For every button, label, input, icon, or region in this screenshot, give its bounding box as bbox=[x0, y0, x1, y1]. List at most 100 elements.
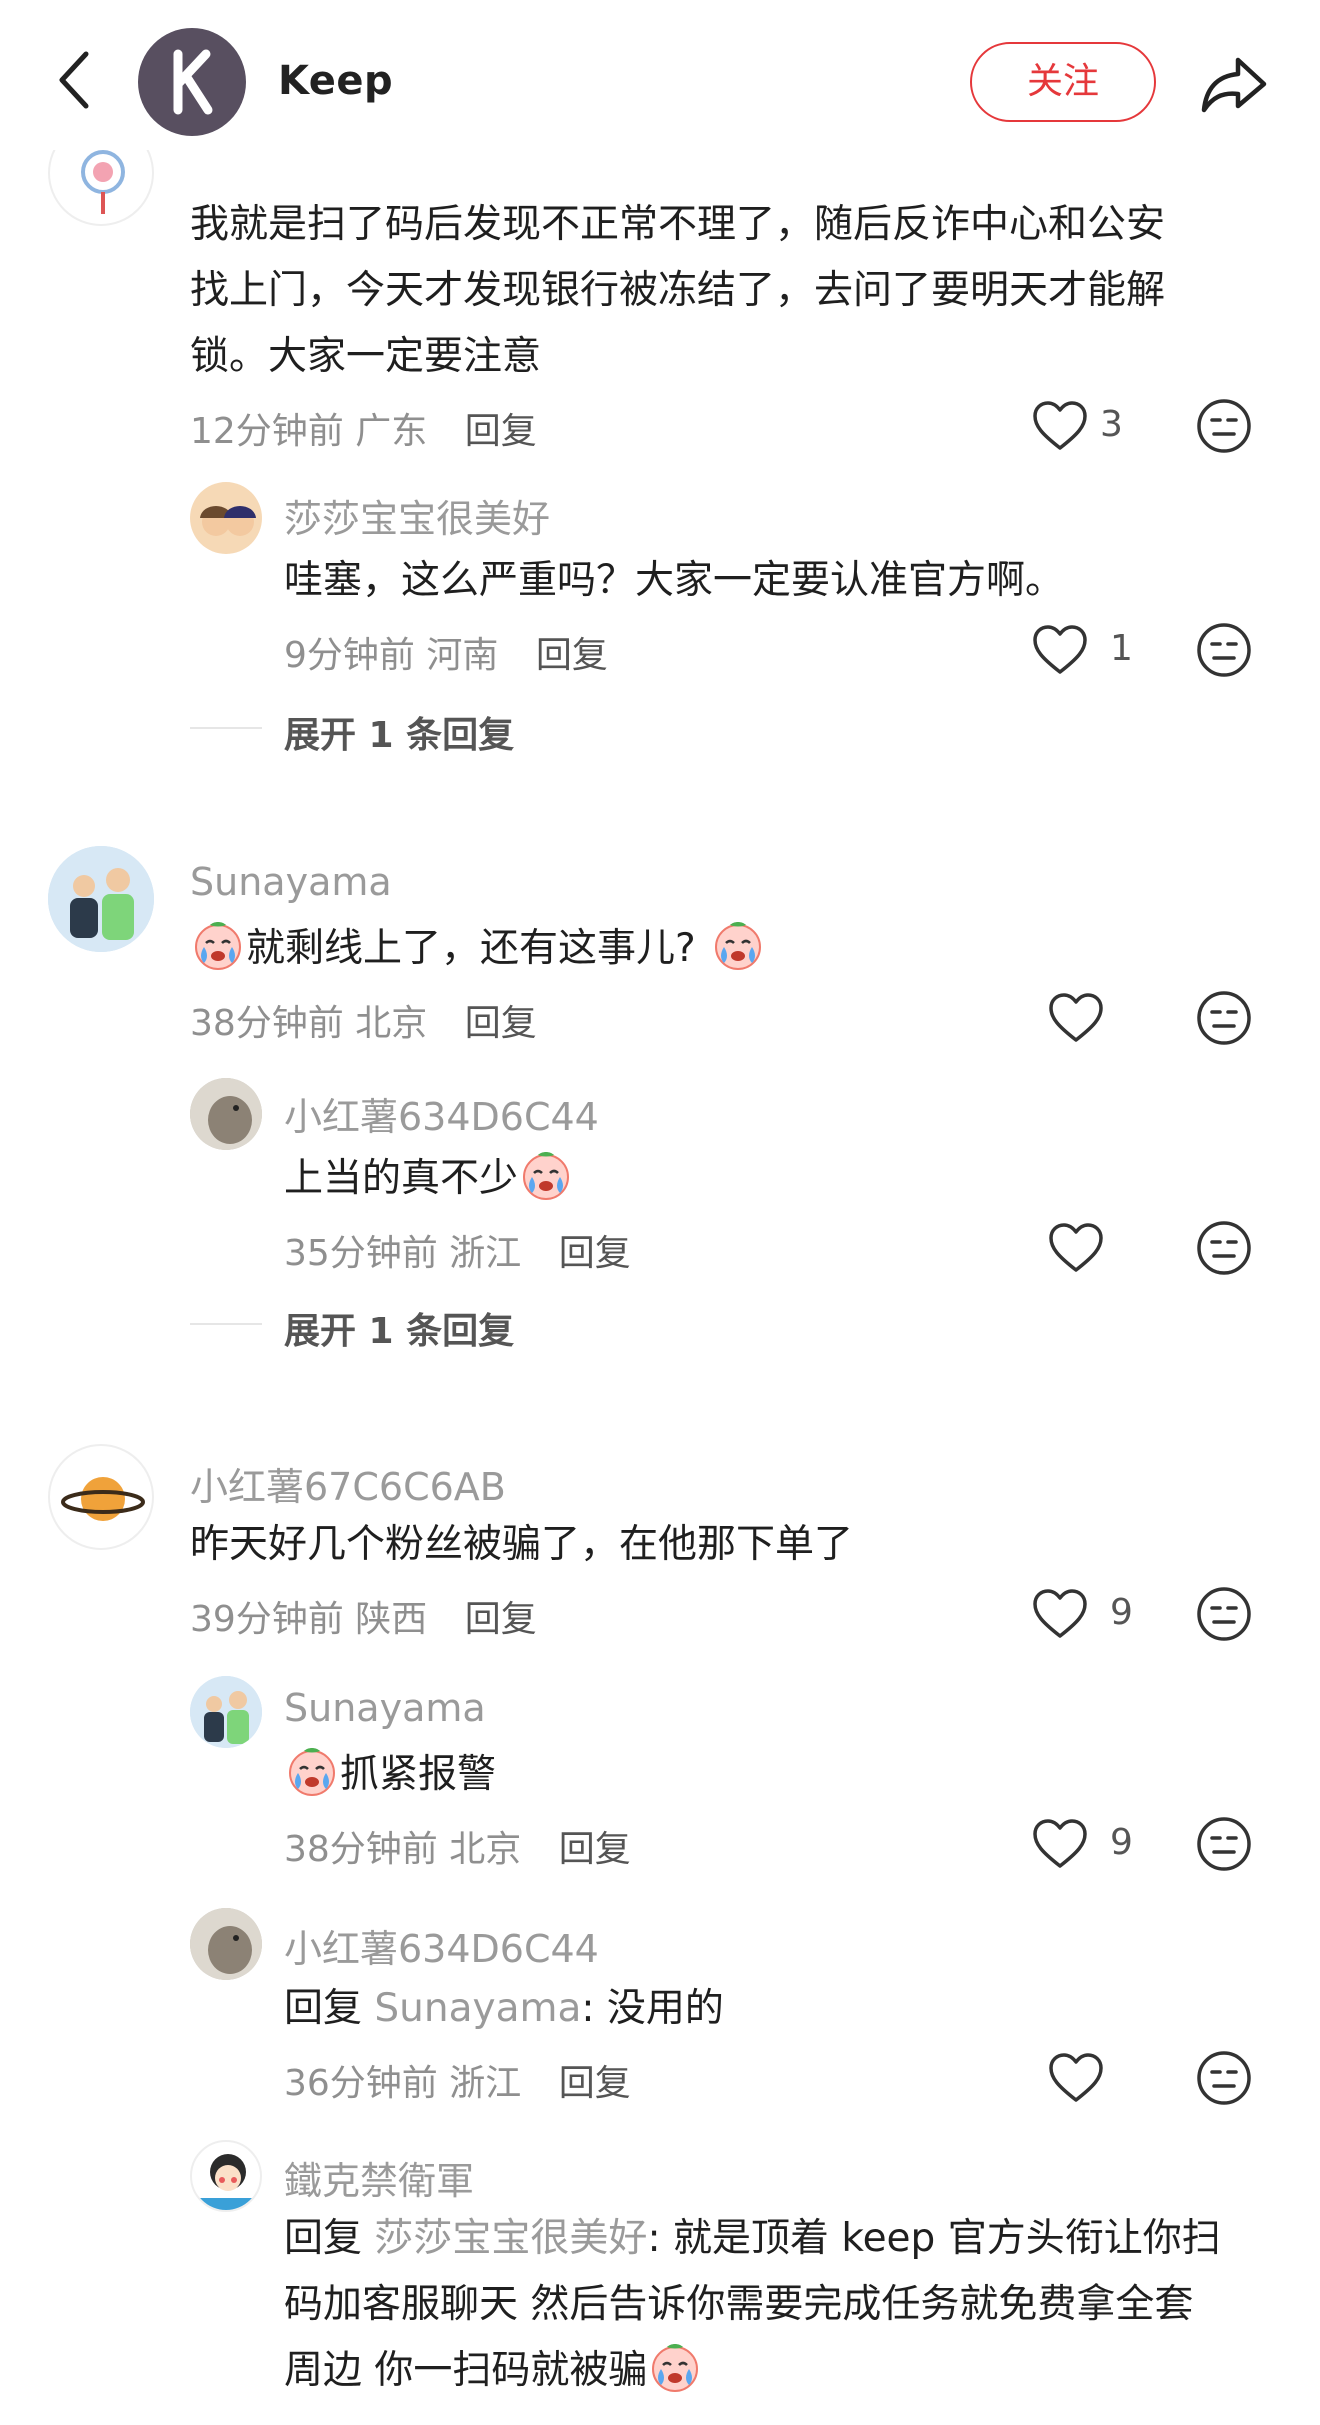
keep-logo-icon bbox=[173, 49, 213, 115]
avatar-image bbox=[190, 1078, 262, 1150]
reply-button[interactable]: 回复 bbox=[465, 1599, 537, 1640]
avatar-image bbox=[190, 1676, 262, 1748]
reply-text-content: 周边 你一扫码就被骗 bbox=[284, 2348, 648, 2393]
neutral-face-icon[interactable] bbox=[1196, 1816, 1252, 1872]
neutral-face-icon[interactable] bbox=[1196, 622, 1252, 678]
avatar[interactable] bbox=[190, 1676, 262, 1748]
reply-text: 回复 莎莎宝宝很美好: 就是顶着 keep 官方头衔让你扫 bbox=[284, 2206, 1221, 2272]
avatar[interactable] bbox=[190, 482, 262, 554]
neutral-face-icon[interactable] bbox=[1196, 1586, 1252, 1642]
heart-outline-icon[interactable] bbox=[1032, 1818, 1088, 1870]
neutral-face-icon[interactable] bbox=[1196, 1220, 1252, 1276]
crying-emoji-icon bbox=[520, 1149, 572, 1201]
comment-text: 昨天好几个粉丝被骗了，在他那下单了 bbox=[190, 1522, 854, 1567]
comment-location: 北京 bbox=[355, 1003, 428, 1044]
reply-location: 浙江 bbox=[449, 2063, 522, 2104]
comment-location: 广东 bbox=[355, 411, 428, 452]
reply-text: 回复 Sunayama: 没用的 bbox=[284, 1976, 724, 2042]
mention-link[interactable]: 莎莎宝宝很美好 bbox=[374, 2216, 647, 2261]
heart-outline-icon[interactable] bbox=[1048, 992, 1104, 1044]
mention-link[interactable]: Sunayama bbox=[374, 1986, 581, 2031]
avatar[interactable] bbox=[190, 2140, 262, 2212]
like-count: 1 bbox=[1110, 628, 1133, 669]
reply-button[interactable]: 回复 bbox=[465, 1003, 537, 1044]
reply-text-content: 上当的真不少 bbox=[284, 1156, 519, 1201]
reply-author[interactable]: 小红薯634D6C44 bbox=[284, 1918, 599, 1973]
comment-meta: 12分钟前 广东 回复 bbox=[190, 402, 537, 454]
reply-author[interactable]: 鐵克禁衛軍 bbox=[284, 2150, 474, 2205]
avatar[interactable] bbox=[48, 846, 154, 952]
heart-outline-icon[interactable] bbox=[1048, 2052, 1104, 2104]
reply-button[interactable]: 回复 bbox=[536, 635, 608, 676]
reply-button[interactable]: 回复 bbox=[559, 1233, 631, 1274]
reply-time: 38分钟前 bbox=[284, 1829, 438, 1870]
chevron-left-icon[interactable] bbox=[52, 48, 96, 112]
divider bbox=[190, 727, 262, 729]
reply-author[interactable]: Sunayama bbox=[284, 1686, 486, 1730]
reply-text-content: 抓紧报警 bbox=[340, 1752, 497, 1797]
avatar-image bbox=[198, 2154, 258, 2210]
reply-author[interactable]: 莎莎宝宝很美好 bbox=[284, 488, 550, 543]
comment-text: 锁。大家一定要注意 bbox=[190, 334, 542, 379]
crying-emoji-icon bbox=[286, 1745, 338, 1797]
neutral-face-icon[interactable] bbox=[1196, 990, 1252, 1046]
brand-avatar[interactable] bbox=[138, 28, 246, 136]
neutral-face-icon[interactable] bbox=[1196, 398, 1252, 454]
planet-avatar-image bbox=[61, 1477, 145, 1521]
crying-emoji-icon bbox=[649, 2341, 701, 2393]
comment-time: 38分钟前 bbox=[190, 1003, 344, 1044]
neutral-face-icon[interactable] bbox=[1196, 2050, 1252, 2106]
comment-text: 我就是扫了码后发现不正常不理了，随后反诈中心和公安 bbox=[190, 202, 1166, 247]
reply-location: 浙江 bbox=[449, 1233, 522, 1274]
heart-outline-icon[interactable] bbox=[1032, 1588, 1088, 1640]
avatar-image bbox=[190, 1908, 262, 1980]
reply-text: 抓紧报警 bbox=[284, 1742, 496, 1808]
comment-location: 陕西 bbox=[355, 1599, 428, 1640]
reply-prefix: 回复 bbox=[284, 1986, 363, 2031]
brand-name: Keep bbox=[278, 58, 394, 104]
reply-text: 上当的真不少 bbox=[284, 1146, 574, 1212]
expand-replies-button[interactable]: 展开 1 条回复 bbox=[284, 706, 514, 758]
crying-emoji-icon bbox=[712, 919, 764, 971]
reply-location: 北京 bbox=[449, 1829, 522, 1870]
reply-location: 河南 bbox=[426, 635, 499, 676]
reply-button[interactable]: 回复 bbox=[559, 2063, 631, 2104]
comment-meta: 39分钟前 陕西 回复 bbox=[190, 1590, 537, 1642]
heart-outline-icon[interactable] bbox=[1032, 624, 1088, 676]
reply-meta: 36分钟前 浙江 回复 bbox=[284, 2054, 631, 2106]
reply-prefix: 回复 bbox=[284, 2216, 363, 2261]
crying-emoji-icon bbox=[192, 919, 244, 971]
reply-text: 码加客服聊天 然后告诉你需要完成任务就免费拿全套 bbox=[284, 2282, 1194, 2327]
comment-text-content: 就剩线上了，还有这事儿? bbox=[246, 926, 696, 971]
reply-text: 哇塞，这么严重吗？大家一定要认准官方啊。 bbox=[284, 558, 1065, 603]
reply-author[interactable]: 小红薯634D6C44 bbox=[284, 1086, 599, 1141]
like-count: 3 bbox=[1100, 404, 1123, 445]
avatar[interactable] bbox=[48, 1444, 154, 1550]
avatar[interactable] bbox=[190, 1908, 262, 1980]
like-count: 9 bbox=[1110, 1822, 1133, 1863]
reply-text: 周边 你一扫码就被骗 bbox=[284, 2338, 703, 2404]
reply-meta: 38分钟前 北京 回复 bbox=[284, 1820, 631, 1872]
reply-button[interactable]: 回复 bbox=[559, 1829, 631, 1870]
comment-meta: 38分钟前 北京 回复 bbox=[190, 994, 537, 1046]
avatar[interactable] bbox=[190, 1078, 262, 1150]
reply-button[interactable]: 回复 bbox=[465, 411, 537, 452]
like-count: 9 bbox=[1110, 1592, 1133, 1633]
share-arrow-icon[interactable] bbox=[1198, 48, 1270, 120]
avatar-image bbox=[48, 846, 154, 952]
comment-text: 就剩线上了，还有这事儿? bbox=[190, 916, 766, 982]
comment-author[interactable]: 小红薯67C6C6AB bbox=[190, 1456, 506, 1511]
reply-text-content: : 没用的 bbox=[581, 1986, 724, 2031]
top-bar: Keep 关注 bbox=[0, 0, 1320, 150]
comment-author[interactable]: Sunayama bbox=[190, 860, 392, 904]
expand-replies-button[interactable]: 展开 1 条回复 bbox=[284, 1302, 514, 1354]
reply-text-content: : 就是顶着 keep 官方头衔让你扫 bbox=[647, 2216, 1221, 2261]
heart-outline-icon[interactable] bbox=[1048, 1222, 1104, 1274]
reply-meta: 35分钟前 浙江 回复 bbox=[284, 1224, 631, 1276]
comment-time: 39分钟前 bbox=[190, 1599, 344, 1640]
follow-button[interactable]: 关注 bbox=[970, 42, 1156, 122]
heart-outline-icon[interactable] bbox=[1032, 400, 1088, 452]
reply-meta: 9分钟前 河南 回复 bbox=[284, 626, 608, 678]
reply-time: 36分钟前 bbox=[284, 2063, 438, 2104]
reply-time: 35分钟前 bbox=[284, 1233, 438, 1274]
